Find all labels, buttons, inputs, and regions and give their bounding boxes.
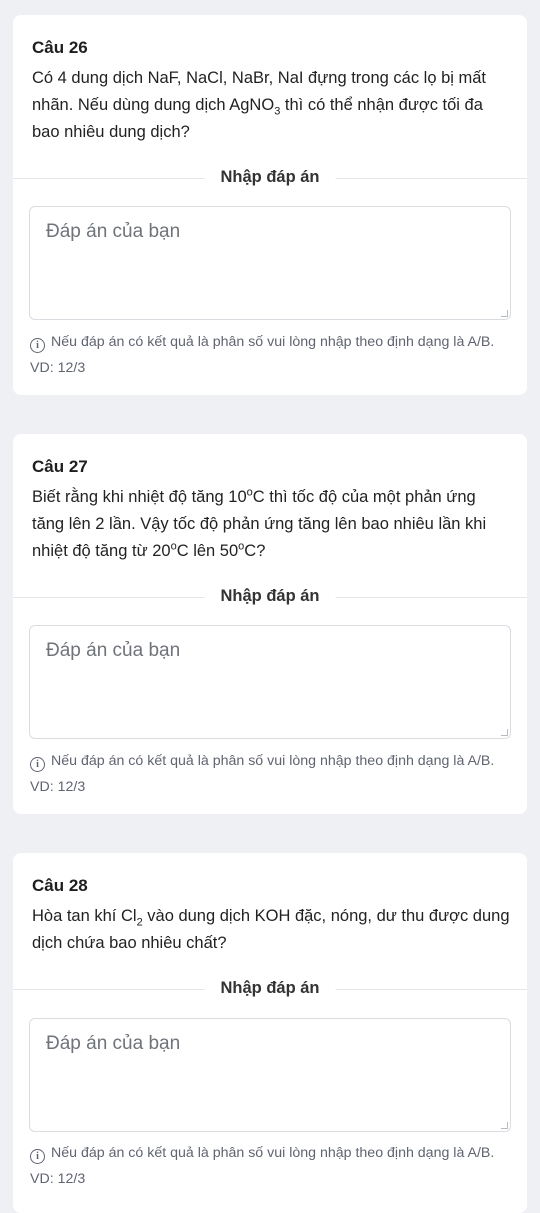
question-title: Câu 26: [32, 38, 88, 57]
hint-text: Nếu đáp án có kết quả là phân số vui lòn…: [30, 334, 495, 376]
answer-input[interactable]: Đáp án của bạn: [29, 1018, 511, 1132]
resize-handle[interactable]: [501, 310, 508, 317]
question-card-27: Câu 27 Biết rằng khi nhiệt độ tăng 10oC …: [13, 434, 527, 814]
question-text: Có 4 dung dịch NaF, NaCl, NaBr, NaI đựng…: [32, 69, 487, 141]
info-circle-icon: i: [30, 1149, 45, 1164]
resize-handle[interactable]: [501, 729, 508, 736]
hint-text: Nếu đáp án có kết quả là phân số vui lòn…: [30, 753, 495, 795]
answer-section-label: Nhập đáp án: [204, 168, 336, 187]
question-title: Câu 27: [32, 457, 88, 476]
question-text: Hòa tan khí Cl2 vào dung dịch KOH đặc, n…: [32, 907, 510, 952]
question-title: Câu 28: [32, 876, 88, 895]
question-card-28: Câu 28 Hòa tan khí Cl2 vào dung dịch KOH…: [13, 853, 527, 1213]
resize-handle[interactable]: [501, 1122, 508, 1129]
info-circle-icon: i: [30, 338, 45, 353]
answer-hint: i Nếu đáp án có kết quả là phân số vui lò…: [30, 329, 520, 381]
hint-text: Nếu đáp án có kết quả là phân số vui lòn…: [30, 1145, 495, 1187]
question-text: Biết rằng khi nhiệt độ tăng 10oC thì tốc…: [32, 486, 487, 560]
answer-placeholder: Đáp án của bạn: [46, 221, 181, 242]
answer-placeholder: Đáp án của bạn: [46, 640, 181, 661]
answer-section-label: Nhập đáp án: [204, 979, 336, 998]
question-card-26: Câu 26 Có 4 dung dịch NaF, NaCl, NaBr, N…: [13, 15, 527, 395]
answer-hint: i Nếu đáp án có kết quả là phân số vui lò…: [30, 748, 520, 800]
answer-hint: i Nếu đáp án có kết quả là phân số vui lò…: [30, 1140, 520, 1192]
info-circle-icon: i: [30, 757, 45, 772]
answer-placeholder: Đáp án của bạn: [46, 1033, 181, 1054]
answer-section-label: Nhập đáp án: [204, 587, 336, 606]
answer-input[interactable]: Đáp án của bạn: [29, 206, 511, 320]
answer-input[interactable]: Đáp án của bạn: [29, 625, 511, 739]
